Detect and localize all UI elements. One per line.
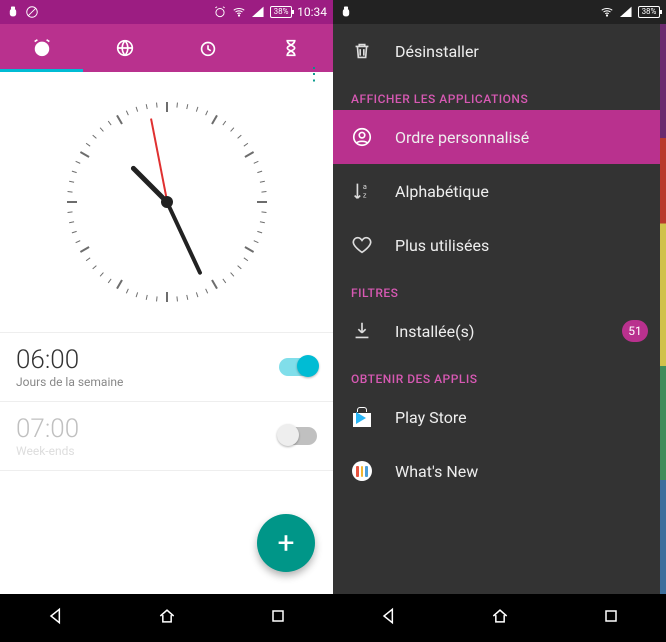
status-time: 10:34	[297, 5, 327, 19]
overflow-menu-button[interactable]: ⋮	[305, 72, 323, 78]
battery-icon: 38%	[638, 6, 660, 18]
status-bar: 38% 10:34	[0, 0, 333, 24]
trash-icon	[351, 40, 373, 62]
alarm-set-icon	[213, 5, 227, 19]
clock-app-screen: 38% 10:34 ⋮ 06:00 Jours de la semaine 0	[0, 0, 333, 642]
menu-installed[interactable]: Installée(s) 51	[333, 304, 666, 358]
alarm-toggle[interactable]	[279, 358, 317, 376]
play-store-icon	[351, 406, 373, 428]
alarm-row[interactable]: 06:00 Jours de la semaine	[0, 332, 333, 401]
section-get-apps: OBTENIR DES APPLIS	[333, 358, 666, 390]
alarm-time: 06:00	[16, 345, 123, 375]
menu-label: Installée(s)	[395, 322, 474, 341]
menu-label: Alphabétique	[395, 182, 489, 201]
nav-back[interactable]	[46, 606, 66, 630]
alarm-sub: Week-ends	[16, 444, 79, 458]
signal-icon	[619, 5, 633, 19]
installed-count-badge: 51	[622, 320, 648, 342]
tab-alarm[interactable]	[0, 24, 83, 72]
nav-home[interactable]	[490, 606, 510, 630]
menu-label: Play Store	[395, 408, 467, 427]
tab-worldclock[interactable]	[83, 24, 166, 72]
nav-bar	[333, 594, 666, 642]
add-alarm-fab[interactable]: +	[257, 514, 315, 572]
section-filters: FILTRES	[333, 272, 666, 304]
clock-center-dot	[161, 196, 173, 208]
status-bar: 38%	[333, 0, 666, 24]
tab-bar	[0, 24, 333, 72]
menu-play-store[interactable]: Play Store	[333, 390, 666, 444]
heart-icon	[351, 234, 373, 256]
app-drawer-menu-screen: 38% Désinstaller AFFICHER LES APPLICATIO…	[333, 0, 666, 642]
nav-recent[interactable]	[268, 606, 288, 630]
download-icon	[351, 320, 373, 342]
alarm-time: 07:00	[16, 414, 79, 444]
debug-icon	[6, 5, 20, 19]
nav-recent[interactable]	[601, 606, 621, 630]
person-circle-icon	[351, 126, 373, 148]
menu-most-used[interactable]: Plus utilisées	[333, 218, 666, 272]
menu-whats-new[interactable]: What's New	[333, 444, 666, 498]
wifi-icon	[232, 5, 246, 19]
menu-label: What's New	[395, 462, 478, 481]
drawer-menu: Désinstaller AFFICHER LES APPLICATIONS O…	[333, 24, 666, 594]
menu-label: Désinstaller	[395, 42, 479, 61]
tab-stopwatch[interactable]	[167, 24, 250, 72]
nav-home[interactable]	[157, 606, 177, 630]
menu-uninstall[interactable]: Désinstaller	[333, 24, 666, 78]
no-sim-icon	[25, 5, 39, 19]
section-view-apps: AFFICHER LES APPLICATIONS	[333, 78, 666, 110]
debug-icon	[339, 5, 353, 19]
alarm-toggle[interactable]	[279, 427, 317, 445]
signal-icon	[251, 5, 265, 19]
nav-bar	[0, 594, 333, 642]
menu-label: Plus utilisées	[395, 236, 489, 255]
menu-label: Ordre personnalisé	[395, 128, 529, 147]
app-stripe-decoration	[660, 24, 666, 594]
analog-clock-area: ⋮	[0, 72, 333, 332]
svg-text:z: z	[363, 190, 367, 199]
menu-alphabetical[interactable]: az Alphabétique	[333, 164, 666, 218]
wifi-icon	[600, 5, 614, 19]
alarm-sub: Jours de la semaine	[16, 375, 123, 389]
nav-back[interactable]	[379, 606, 399, 630]
alarm-row[interactable]: 07:00 Week-ends	[0, 401, 333, 471]
menu-custom-order[interactable]: Ordre personnalisé	[333, 110, 666, 164]
minute-hand	[165, 201, 202, 275]
battery-icon: 38%	[270, 6, 292, 18]
whats-new-icon	[351, 460, 373, 482]
sort-az-icon: az	[351, 180, 373, 202]
